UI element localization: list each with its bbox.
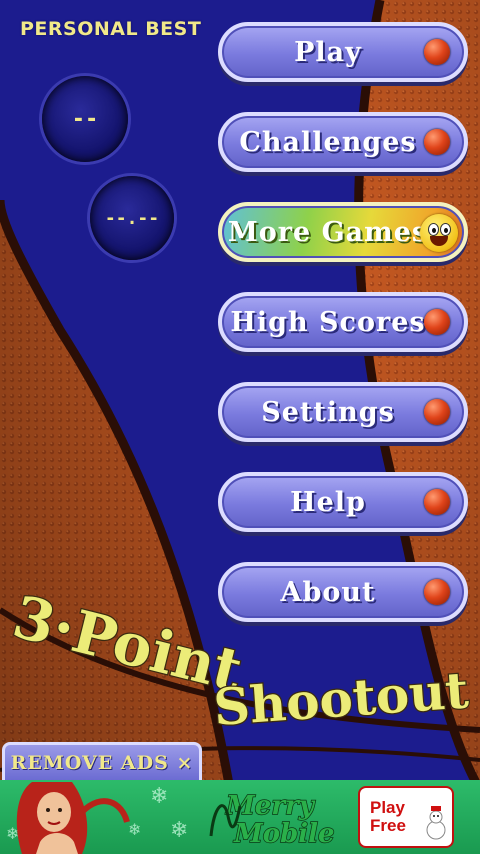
more-games-label: More Games <box>227 216 429 248</box>
ad-free-label: Free <box>370 816 406 835</box>
snowflake-icon: ❄ <box>170 818 189 843</box>
snowflake-icon: ❄ <box>150 784 169 809</box>
snowman-icon <box>426 806 446 840</box>
basketball-icon <box>424 39 450 65</box>
settings-button[interactable]: Settings <box>218 382 468 442</box>
best-score-circle: -- <box>42 76 128 162</box>
ad-play-free-button[interactable]: Play Free <box>360 788 452 846</box>
help-label: Help <box>290 486 366 518</box>
basketball-icon <box>424 129 450 155</box>
basketball-icon <box>424 399 450 425</box>
challenges-label: Challenges <box>239 126 417 158</box>
settings-label: Settings <box>261 396 395 428</box>
more-games-button[interactable]: More Games <box>218 202 468 262</box>
ad-brand-logo: Merry Mobile <box>209 790 335 848</box>
title-line-2: Shootout <box>212 660 471 737</box>
game-title-logo: 3·Point Shootout <box>5 581 471 738</box>
ad-brand-line-2: Mobile <box>233 819 335 848</box>
high-scores-label: High Scores <box>230 306 426 338</box>
best-time-value: --.-- <box>104 207 160 229</box>
smiley-face-icon <box>420 214 458 252</box>
basketball-icon <box>424 309 450 335</box>
remove-ads-label: REMOVE ADS × <box>10 751 194 774</box>
help-button[interactable]: Help <box>218 472 468 532</box>
best-time-circle: --.-- <box>90 176 174 260</box>
remove-ads-button[interactable]: REMOVE ADS × <box>2 742 202 780</box>
ad-banner[interactable]: ❄ ❄ ❄ ❄ Merry Mobile Play Free <box>0 780 480 854</box>
personal-best-title: PERSONAL BEST <box>20 18 202 40</box>
best-score-value: -- <box>71 106 99 132</box>
high-scores-button[interactable]: High Scores <box>218 292 468 352</box>
play-label: Play <box>294 36 362 68</box>
play-button[interactable]: Play <box>218 22 468 82</box>
basketball-icon <box>424 489 450 515</box>
ad-play-label: Play <box>370 798 405 817</box>
challenges-button[interactable]: Challenges <box>218 112 468 172</box>
ad-character-image <box>16 782 130 854</box>
